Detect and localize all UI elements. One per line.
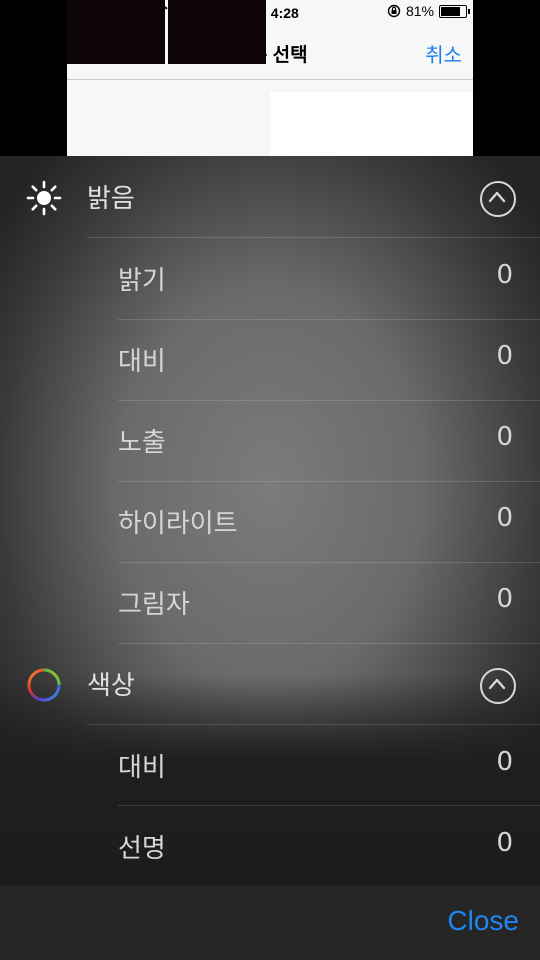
close-button[interactable]: Close [447, 905, 519, 937]
collapse-button[interactable] [480, 668, 516, 704]
item-value: 0 [496, 747, 513, 777]
section-label: 색상 [87, 671, 135, 701]
grid-empty-area [270, 92, 473, 156]
status-right: 81% [387, 3, 470, 19]
list-item[interactable]: 노출 0 [0, 400, 540, 481]
chevron-up-icon [488, 191, 506, 203]
list-item[interactable]: 선명 0 [0, 806, 540, 887]
background-screen: olleh 오전 4:28 81% 항목 선택 취소 [67, 0, 473, 156]
sun-icon [26, 180, 62, 216]
photo-thumbnail[interactable] [67, 0, 165, 64]
adjustments-panel: 밝음 밝기 0 대비 0 노출 0 하이라이트 0 그림자 0 색상 대비 0 … [0, 156, 540, 885]
chevron-up-icon [488, 678, 506, 690]
item-value: 0 [496, 341, 513, 371]
item-label: 밝기 [118, 266, 166, 296]
list-item[interactable]: 대비 0 [0, 319, 540, 400]
battery-percent: 81% [405, 3, 434, 19]
list-item[interactable]: 대비 0 [0, 725, 540, 806]
section-header-color[interactable]: 색상 [0, 643, 540, 725]
item-label: 하이라이트 [118, 509, 238, 539]
cancel-button[interactable]: 취소 [425, 39, 462, 68]
section-label: 밝음 [87, 184, 135, 214]
item-value: 0 [496, 260, 513, 290]
rotation-lock-icon [387, 4, 401, 18]
item-label: 그림자 [118, 590, 190, 620]
list-item[interactable]: 밝기 0 [0, 238, 540, 319]
item-label: 대비 [118, 753, 166, 783]
list-item[interactable]: 하이라이트 0 [0, 481, 540, 562]
item-label: 노출 [118, 428, 166, 458]
list-item[interactable]: 그림자 0 [0, 562, 540, 643]
color-wheel-icon [27, 668, 61, 702]
item-value: 0 [496, 422, 513, 452]
item-label: 대비 [118, 347, 166, 377]
battery-icon [439, 4, 470, 18]
photo-thumbnail[interactable] [168, 0, 266, 64]
item-label: 선명 [118, 834, 166, 864]
bottom-bar: Close [0, 885, 540, 960]
item-value: 0 [496, 503, 513, 533]
item-value: 0 [496, 584, 513, 614]
section-header-light[interactable]: 밝음 [0, 156, 540, 238]
item-value: 0 [496, 828, 513, 858]
collapse-button[interactable] [480, 181, 516, 217]
